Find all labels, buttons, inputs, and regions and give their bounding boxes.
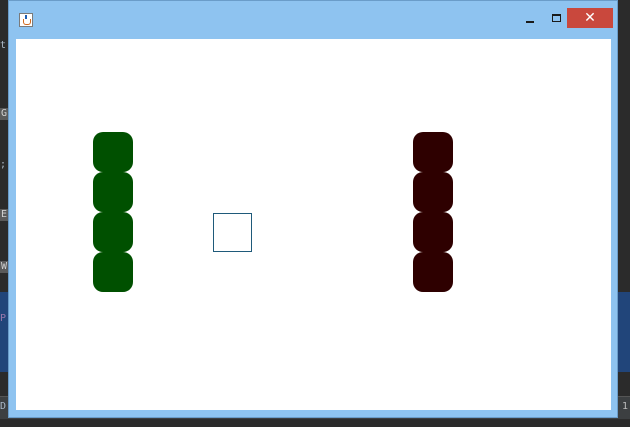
window-titlebar[interactable]: ✕ — [9, 1, 617, 38]
minimize-button[interactable] — [517, 8, 543, 28]
center-square — [213, 213, 252, 252]
green-block — [93, 172, 133, 212]
minimize-icon — [526, 21, 534, 23]
dark-red-block — [413, 252, 453, 292]
ide-status-right-text: 1 — [622, 401, 629, 412]
green-block — [93, 252, 133, 292]
dark-red-block — [413, 172, 453, 212]
dark-red-block — [413, 212, 453, 252]
ide-code-fragment: ; — [0, 159, 7, 170]
ide-code-fragment: W — [0, 261, 9, 273]
green-block — [93, 212, 133, 252]
close-icon: ✕ — [584, 10, 596, 26]
dark-red-block — [413, 132, 453, 172]
java-app-icon[interactable] — [19, 13, 33, 27]
ide-code-fragment: E — [0, 209, 9, 221]
ide-code-fragment: t — [0, 40, 7, 51]
game-canvas[interactable] — [16, 39, 611, 410]
green-block — [93, 132, 133, 172]
ide-code-fragment: G — [0, 108, 9, 120]
maximize-icon — [551, 14, 561, 22]
ide-code-fragment: P — [0, 313, 7, 324]
maximize-button[interactable] — [543, 8, 569, 28]
close-button[interactable]: ✕ — [567, 8, 613, 28]
app-window: ✕ — [8, 0, 618, 418]
ide-status-fragment: D — [0, 401, 7, 412]
